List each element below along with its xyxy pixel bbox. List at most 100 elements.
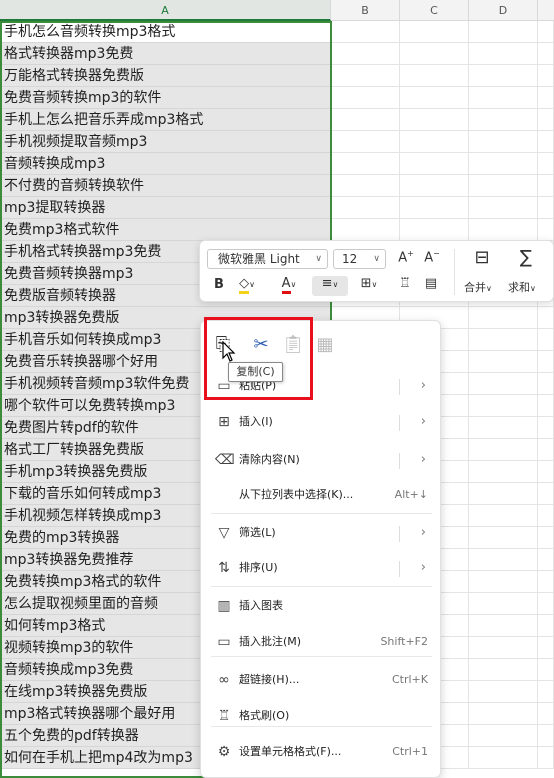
cell-empty[interactable]	[400, 197, 469, 219]
cell-a[interactable]: 免费音频转换mp3的软件	[0, 87, 331, 109]
cell-a[interactable]: 格式转换器mp3免费	[0, 43, 331, 65]
cell-empty[interactable]	[400, 131, 469, 153]
cell-empty[interactable]	[469, 593, 538, 615]
cell-empty[interactable]	[469, 505, 538, 527]
context-menu-item[interactable]: ▭ 插入批注(M) Shift+F2	[201, 625, 442, 659]
cell-empty[interactable]	[331, 219, 400, 241]
cell-empty[interactable]	[538, 373, 554, 395]
cell-a[interactable]: 音频转换成mp3	[0, 153, 331, 175]
merge-button[interactable]: 合并∨	[464, 279, 492, 295]
cell-a[interactable]: mp3提取转换器	[0, 197, 331, 219]
cell-style-icon[interactable]: ▤	[422, 276, 440, 296]
cell-empty[interactable]	[469, 549, 538, 571]
paste-special-icon[interactable]: ▦	[313, 331, 337, 359]
cell-empty[interactable]	[538, 351, 554, 373]
cell-empty[interactable]	[331, 43, 400, 65]
format-painter-icon[interactable]: ♖	[396, 276, 414, 296]
cell-empty[interactable]	[538, 659, 554, 681]
cell-empty[interactable]	[469, 659, 538, 681]
cell-empty[interactable]	[538, 175, 554, 197]
cell-empty[interactable]	[469, 395, 538, 417]
cell-empty[interactable]	[538, 483, 554, 505]
cell-empty[interactable]	[538, 153, 554, 175]
cell-empty[interactable]	[469, 703, 538, 725]
cell-empty[interactable]	[538, 747, 554, 769]
bold-button[interactable]: B	[212, 277, 226, 295]
cell-empty[interactable]	[469, 21, 538, 43]
cell-empty[interactable]	[400, 153, 469, 175]
cell-empty[interactable]	[469, 131, 538, 153]
cell-empty[interactable]	[538, 329, 554, 351]
font-name-select[interactable]: 微软雅黑 Light ∨	[207, 249, 328, 269]
cell-empty[interactable]	[400, 21, 469, 43]
cell-empty[interactable]	[469, 197, 538, 219]
cell-empty[interactable]	[400, 175, 469, 197]
cell-empty[interactable]	[538, 43, 554, 65]
cell-empty[interactable]	[469, 373, 538, 395]
sum-icon[interactable]: ∑	[514, 247, 538, 271]
sum-button[interactable]: 求和∨	[508, 279, 536, 295]
cell-empty[interactable]	[469, 219, 538, 241]
cell-empty[interactable]	[538, 417, 554, 439]
cell-empty[interactable]	[538, 439, 554, 461]
cell-empty[interactable]	[400, 65, 469, 87]
cell-empty[interactable]	[538, 307, 554, 329]
context-menu-item[interactable]: 从下拉列表中选择(K)... Alt+↓	[201, 478, 442, 512]
column-header-c[interactable]: C	[400, 0, 469, 21]
cell-empty[interactable]	[331, 109, 400, 131]
cell-empty[interactable]	[469, 175, 538, 197]
cell-empty[interactable]	[469, 43, 538, 65]
cell-empty[interactable]	[538, 571, 554, 593]
cell-empty[interactable]	[469, 725, 538, 747]
cell-a[interactable]: 免费mp3格式软件	[0, 219, 331, 241]
cell-empty[interactable]	[538, 527, 554, 549]
column-header-a[interactable]: A	[0, 0, 331, 21]
context-menu-item[interactable]: ⚙ 设置单元格格式(F)... Ctrl+1	[201, 735, 442, 769]
cell-empty[interactable]	[331, 197, 400, 219]
cell-a[interactable]: 不付费的音频转换软件	[0, 175, 331, 197]
context-menu-item[interactable]: ⊞ 插入(I) ›	[201, 405, 442, 439]
cell-empty[interactable]	[538, 461, 554, 483]
cell-empty[interactable]	[331, 153, 400, 175]
cell-empty[interactable]	[469, 615, 538, 637]
cell-empty[interactable]	[469, 417, 538, 439]
cell-empty[interactable]	[538, 505, 554, 527]
cell-empty[interactable]	[469, 637, 538, 659]
cell-empty[interactable]	[469, 307, 538, 329]
cell-empty[interactable]	[469, 483, 538, 505]
cell-empty[interactable]	[538, 21, 554, 43]
cell-empty[interactable]	[538, 615, 554, 637]
cell-empty[interactable]	[469, 527, 538, 549]
column-header-e[interactable]	[538, 0, 554, 21]
cell-empty[interactable]	[400, 109, 469, 131]
cell-empty[interactable]	[538, 725, 554, 747]
fill-color-icon[interactable]: ◇∨	[234, 276, 260, 296]
context-menu-item[interactable]: ⌫ 清除内容(N) ›	[201, 443, 442, 477]
cell-empty[interactable]	[538, 593, 554, 615]
context-menu-item[interactable]: ▥ 插入图表	[201, 589, 442, 623]
cell-empty[interactable]	[469, 65, 538, 87]
cell-empty[interactable]	[538, 681, 554, 703]
cell-empty[interactable]	[538, 703, 554, 725]
cell-empty[interactable]	[538, 637, 554, 659]
border-icon[interactable]: ⊞∨	[356, 276, 382, 296]
cell-a[interactable]: 手机视频提取音频mp3	[0, 131, 331, 153]
cell-empty[interactable]	[331, 87, 400, 109]
context-menu-item[interactable]: ∞ 超链接(H)... Ctrl+K	[201, 663, 442, 697]
cell-empty[interactable]	[331, 131, 400, 153]
cell-empty[interactable]	[400, 87, 469, 109]
cell-empty[interactable]	[469, 87, 538, 109]
merge-icon[interactable]: ⊟	[470, 247, 494, 271]
cell-empty[interactable]	[538, 87, 554, 109]
cell-empty[interactable]	[469, 461, 538, 483]
cell-empty[interactable]	[469, 329, 538, 351]
cell-empty[interactable]	[469, 153, 538, 175]
column-header-b[interactable]: B	[331, 0, 400, 21]
cell-empty[interactable]	[331, 65, 400, 87]
cell-empty[interactable]	[538, 219, 554, 241]
cell-empty[interactable]	[469, 747, 538, 769]
cell-empty[interactable]	[538, 131, 554, 153]
increase-font-icon[interactable]: A+	[396, 249, 416, 269]
context-menu-item[interactable]: ▽ 筛选(L) ›	[201, 516, 442, 550]
cell-empty[interactable]	[538, 395, 554, 417]
